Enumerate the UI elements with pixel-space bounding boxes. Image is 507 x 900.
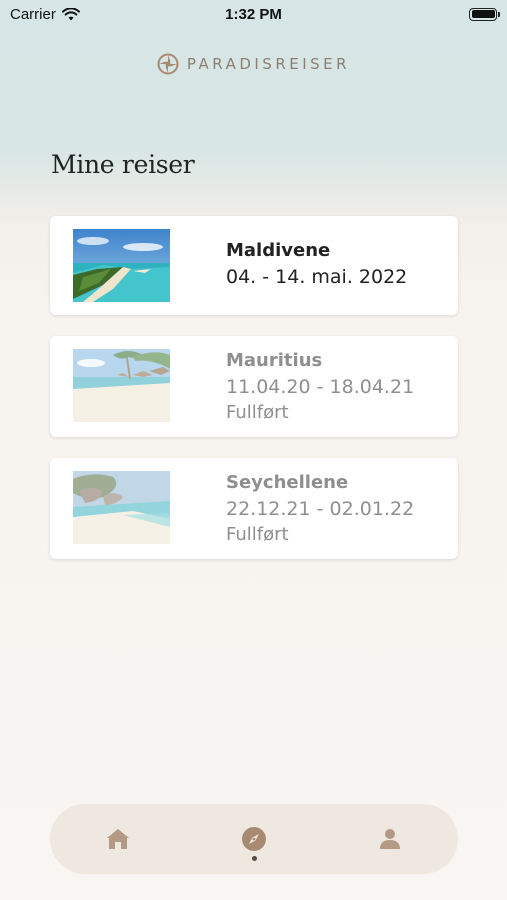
trip-name: Mauritius: [226, 350, 323, 371]
status-bar: Carrier 1:32 PM: [0, 0, 507, 28]
trip-dates: 04. - 14. mai. 2022: [226, 266, 408, 288]
trip-info: Maldivene 04. - 14. mai. 2022: [226, 238, 407, 290]
trip-image-maldives: [73, 229, 170, 302]
trip-dates: 11.04.20 - 18.04.21: [226, 376, 415, 398]
trip-info: Seychellene 22.12.21 - 02.01.22 Fullført: [226, 470, 414, 548]
trip-image-mauritius: [73, 349, 170, 422]
trip-info: Mauritius 11.04.20 - 18.04.21 Fullført: [226, 348, 414, 426]
trip-list: Maldivene 04. - 14. mai. 2022 Mauritius …: [50, 216, 458, 580]
tab-bar: [50, 804, 458, 874]
trip-status-badge: Fullført: [226, 402, 289, 423]
brand-header: PARADISREISER: [0, 53, 507, 75]
trip-card-maldivene[interactable]: Maldivene 04. - 14. mai. 2022: [50, 216, 458, 315]
trip-image-seychelles: [73, 471, 170, 544]
active-tab-indicator: [252, 856, 257, 861]
home-icon: [107, 829, 129, 849]
wifi-icon: [61, 7, 80, 20]
tab-explore[interactable]: [224, 809, 284, 869]
person-icon: [380, 829, 400, 849]
page-title: Mine reiser: [51, 150, 195, 179]
carrier-label: Carrier: [10, 5, 56, 23]
trip-name: Maldivene: [226, 240, 331, 261]
trip-name: Seychellene: [226, 472, 349, 493]
tab-home[interactable]: [88, 809, 148, 869]
trip-dates: 22.12.21 - 02.01.22: [226, 498, 415, 520]
ship-wheel-icon: [157, 53, 179, 75]
trip-card-mauritius[interactable]: Mauritius 11.04.20 - 18.04.21 Fullført: [50, 336, 458, 437]
brand-name: PARADISREISER: [186, 55, 351, 73]
carrier-group: Carrier: [10, 6, 80, 23]
battery-icon: [469, 7, 500, 21]
tab-profile[interactable]: [360, 809, 420, 869]
compass-icon: [242, 827, 266, 851]
trip-card-seychellene[interactable]: Seychellene 22.12.21 - 02.01.22 Fullført: [50, 458, 458, 559]
trip-status-badge: Fullført: [226, 524, 289, 545]
